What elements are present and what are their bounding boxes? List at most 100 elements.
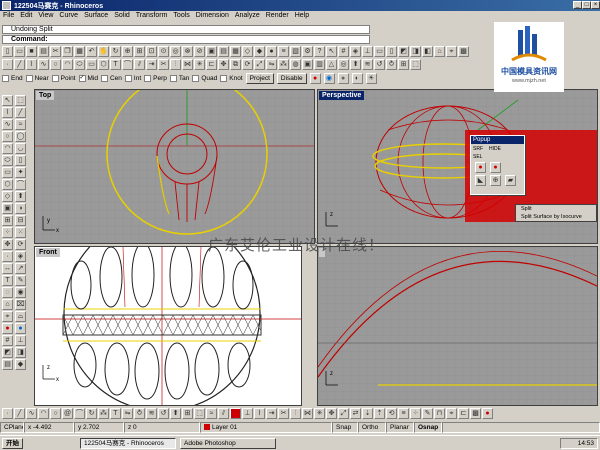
b-offset-icon[interactable]: ⫽ [218, 408, 229, 419]
render-tool-icon[interactable]: ● [2, 323, 13, 334]
osnap-int[interactable]: Int [124, 75, 141, 82]
menu-solid[interactable]: Solid [111, 11, 133, 20]
torus-icon[interactable]: ◎ [338, 59, 349, 70]
ellipse-tool-icon[interactable]: ⬭ [2, 155, 13, 166]
popup-title[interactable]: Popup [471, 136, 524, 144]
named-view-icon[interactable]: ▤ [218, 46, 229, 57]
camera-tool-icon[interactable]: ◩ [2, 347, 13, 358]
polygon-icon[interactable]: ⬡ [98, 59, 109, 70]
surface-tool-icon[interactable]: ◇ [2, 191, 13, 202]
fillet-icon[interactable]: ⌒ [122, 59, 133, 70]
dimension-tool-icon[interactable]: ↔ [2, 263, 13, 274]
circle-3pt-icon[interactable]: ◯ [15, 131, 26, 142]
b-fillet-icon[interactable]: ⌒ [74, 408, 85, 419]
b-ctrl-icon[interactable]: ⁘ [410, 408, 421, 419]
menu-render[interactable]: Render [263, 11, 292, 20]
b-loft-icon[interactable]: ≋ [146, 408, 157, 419]
split-menu-item[interactable]: Split [521, 205, 596, 213]
grid-tool-icon[interactable]: # [2, 335, 13, 346]
b-orient-icon[interactable]: ⇄ [350, 408, 361, 419]
osnap-end[interactable]: End [2, 75, 23, 82]
rotate-tool-icon[interactable]: ⟳ [15, 239, 26, 250]
polyline-tool-icon[interactable]: ⌇ [2, 107, 13, 118]
b-array-icon[interactable]: ⁂ [98, 408, 109, 419]
b-mirror-icon[interactable]: ⇋ [122, 408, 133, 419]
text-icon[interactable]: T [110, 59, 121, 70]
menu-curve[interactable]: Curve [56, 11, 81, 20]
osnap-int-checkbox[interactable] [124, 75, 132, 82]
network-icon[interactable]: ⊞ [398, 59, 409, 70]
rectangle-icon[interactable]: ▭ [86, 59, 97, 70]
ellipse-icon[interactable]: ⬭ [74, 59, 85, 70]
b-patch-icon[interactable]: ⬚ [194, 408, 205, 419]
task-rhinoceros[interactable]: 122504马赛克 - Rhinoceros [80, 438, 176, 449]
extrude-icon[interactable]: ⬆ [350, 59, 361, 70]
offset-icon[interactable]: ⫽ [134, 59, 145, 70]
right-view-icon[interactable]: ▯ [386, 46, 397, 57]
osnap-quad[interactable]: Quad [192, 75, 217, 82]
trim-popup-icon[interactable]: ◣ [475, 175, 486, 186]
b-project-icon[interactable]: ⇣ [362, 408, 373, 419]
b-extend-icon[interactable]: ⇥ [266, 408, 277, 419]
cone-icon[interactable]: △ [326, 59, 337, 70]
osnap-tan[interactable]: Tan [169, 75, 189, 82]
front-view-icon[interactable]: ▭ [374, 46, 385, 57]
viewport-perspective-title[interactable]: Perspective [319, 91, 365, 100]
viewport-top[interactable]: Top y x [34, 89, 315, 244]
array-icon[interactable]: ⁂ [278, 59, 289, 70]
top-view-icon[interactable]: ◨ [410, 46, 421, 57]
b-layer-color-icon[interactable] [230, 408, 241, 419]
select-window-icon[interactable]: ⬚ [15, 95, 26, 106]
b-explode-icon[interactable]: ✳ [314, 408, 325, 419]
zoom-popup-icon[interactable]: ⊕ [490, 175, 501, 186]
arc-icon[interactable]: ◠ [62, 59, 73, 70]
rhino-app-icon[interactable] [2, 1, 11, 10]
b-text-icon[interactable]: T [110, 408, 121, 419]
osnap-point-checkbox[interactable] [51, 75, 59, 82]
b-pull-icon[interactable]: ⇡ [374, 408, 385, 419]
render-icon[interactable]: ● [266, 46, 277, 57]
material-tool-icon[interactable]: ● [15, 323, 26, 334]
fillet-tool-icon[interactable]: ⌒ [15, 179, 26, 190]
transform-tool-icon[interactable]: ✥ [2, 239, 13, 250]
status-ortho-toggle[interactable]: Ortho [358, 422, 386, 433]
undo-icon[interactable]: ↶ [86, 46, 97, 57]
viewport-top-title[interactable]: Top [36, 91, 55, 100]
revolve-icon[interactable]: ↺ [374, 59, 385, 70]
split-icon[interactable]: ● [475, 162, 486, 173]
osnap-icon[interactable]: ◈ [350, 46, 361, 57]
start-button[interactable]: 开始 [2, 438, 23, 449]
solid-tool-icon[interactable]: ▣ [2, 203, 13, 214]
project-button[interactable]: Project [245, 73, 274, 84]
rect-tool-icon[interactable]: ▭ [2, 167, 13, 178]
annotation-tool-icon[interactable]: ✎ [15, 275, 26, 286]
polyline-icon[interactable]: ⌇ [26, 59, 37, 70]
circle-tool-icon[interactable]: ○ [2, 131, 13, 142]
osnap-near[interactable]: Near [25, 75, 49, 82]
minimize-button[interactable]: _ [573, 1, 582, 9]
freeform-icon[interactable]: ≈ [15, 119, 26, 130]
b-circle-icon[interactable]: ○ [50, 408, 61, 419]
mesh-tool-icon[interactable]: ⊞ [2, 215, 13, 226]
b-revolve-icon[interactable]: ↺ [158, 408, 169, 419]
curvature-tool-icon[interactable]: ⌓ [15, 311, 26, 322]
split-icon[interactable]: ⫶ [170, 59, 181, 70]
osnap-point[interactable]: Point [51, 75, 76, 82]
properties-icon[interactable]: ▧ [290, 46, 301, 57]
toggle-icon[interactable]: ◧ [422, 46, 433, 57]
osnap-near-checkbox[interactable] [25, 75, 33, 82]
sphere-render-icon[interactable]: ● [490, 162, 501, 173]
pan-hand-icon[interactable]: ✋ [98, 46, 109, 57]
lock-icon[interactable]: ⌂ [434, 46, 445, 57]
sweep-icon[interactable]: ⥁ [386, 59, 397, 70]
edit-points-icon[interactable]: ⁘ [2, 227, 13, 238]
select-icon[interactable]: ↖ [326, 46, 337, 57]
b-sweep-icon[interactable]: ⥁ [134, 408, 145, 419]
osnap-tan-checkbox[interactable] [169, 75, 177, 82]
b-render-icon[interactable]: ● [482, 408, 493, 419]
options-icon[interactable]: ⚙ [302, 46, 313, 57]
b-edit-icon[interactable]: ✎ [422, 408, 433, 419]
zoom-extents-icon[interactable]: ⊡ [146, 46, 157, 57]
arc-tool-icon[interactable]: ◠ [2, 143, 13, 154]
b-move-icon[interactable]: ✥ [326, 408, 337, 419]
